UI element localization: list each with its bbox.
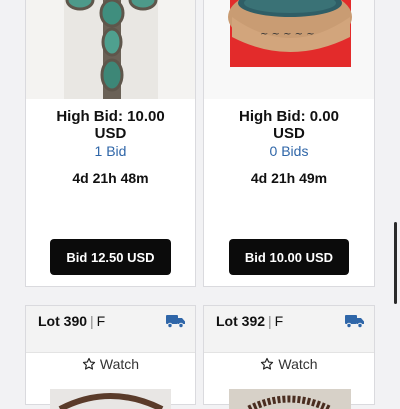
lot-image[interactable]: [229, 389, 351, 409]
lot-card[interactable]: High Bid: 10.00 USD 1 Bid 4d 21h 48m Bid…: [25, 0, 196, 287]
watch-label: Watch: [278, 356, 318, 372]
lot-title[interactable]: Lot 392 | F: [216, 313, 283, 329]
high-bid-label: High Bid: 10.00: [56, 108, 165, 125]
high-bid-currency: USD: [273, 125, 305, 142]
lot-tag: F: [274, 313, 284, 329]
lot-tag: F: [96, 313, 106, 329]
lot-card[interactable]: Lot 390 | F Watch: [25, 305, 196, 409]
lot-number: 390: [63, 313, 88, 329]
lot-label: Lot: [38, 313, 60, 329]
pottery-inscription: ~ ~ ~ ~ ~: [260, 29, 315, 40]
watch-button[interactable]: Watch: [204, 356, 374, 372]
bid-button[interactable]: Bid 12.50 USD: [50, 239, 171, 275]
truck-icon: [166, 315, 185, 328]
lot-image[interactable]: [26, 0, 195, 99]
star-icon: [82, 357, 96, 370]
lot-header: Lot 390 | F: [26, 306, 195, 353]
watch-button[interactable]: Watch: [26, 356, 195, 372]
lot-separator: |: [90, 313, 94, 329]
high-bid-label: High Bid: 0.00: [238, 108, 339, 125]
lot-card[interactable]: Lot 392 | F Watch: [203, 305, 375, 409]
lot-card[interactable]: ~ ~ ~ ~ ~ High Bid: 0.00 USD 0 Bids 4d 2…: [203, 0, 375, 287]
scrollbar[interactable]: [394, 222, 397, 304]
watch-label: Watch: [99, 356, 140, 372]
bid-count-link[interactable]: 0 Bids: [204, 143, 374, 159]
lot-header: Lot 392 | F: [204, 306, 374, 353]
bid-button[interactable]: Bid 10.00 USD: [229, 239, 349, 275]
lot-image[interactable]: ~ ~ ~ ~ ~: [204, 0, 374, 99]
lot-label: Lot: [216, 313, 238, 329]
star-icon: [261, 357, 274, 370]
time-remaining: 4d 21h 48m: [72, 170, 149, 186]
lot-image[interactable]: [50, 389, 171, 409]
lot-number: 392: [241, 313, 266, 329]
bid-count-link[interactable]: 1 Bid: [26, 143, 195, 159]
time-remaining: 4d 21h 49m: [250, 170, 328, 186]
lot-title[interactable]: Lot 390 | F: [38, 313, 105, 329]
truck-icon: [345, 315, 364, 328]
high-bid-currency: USD: [94, 125, 127, 142]
lot-separator: |: [268, 313, 272, 329]
